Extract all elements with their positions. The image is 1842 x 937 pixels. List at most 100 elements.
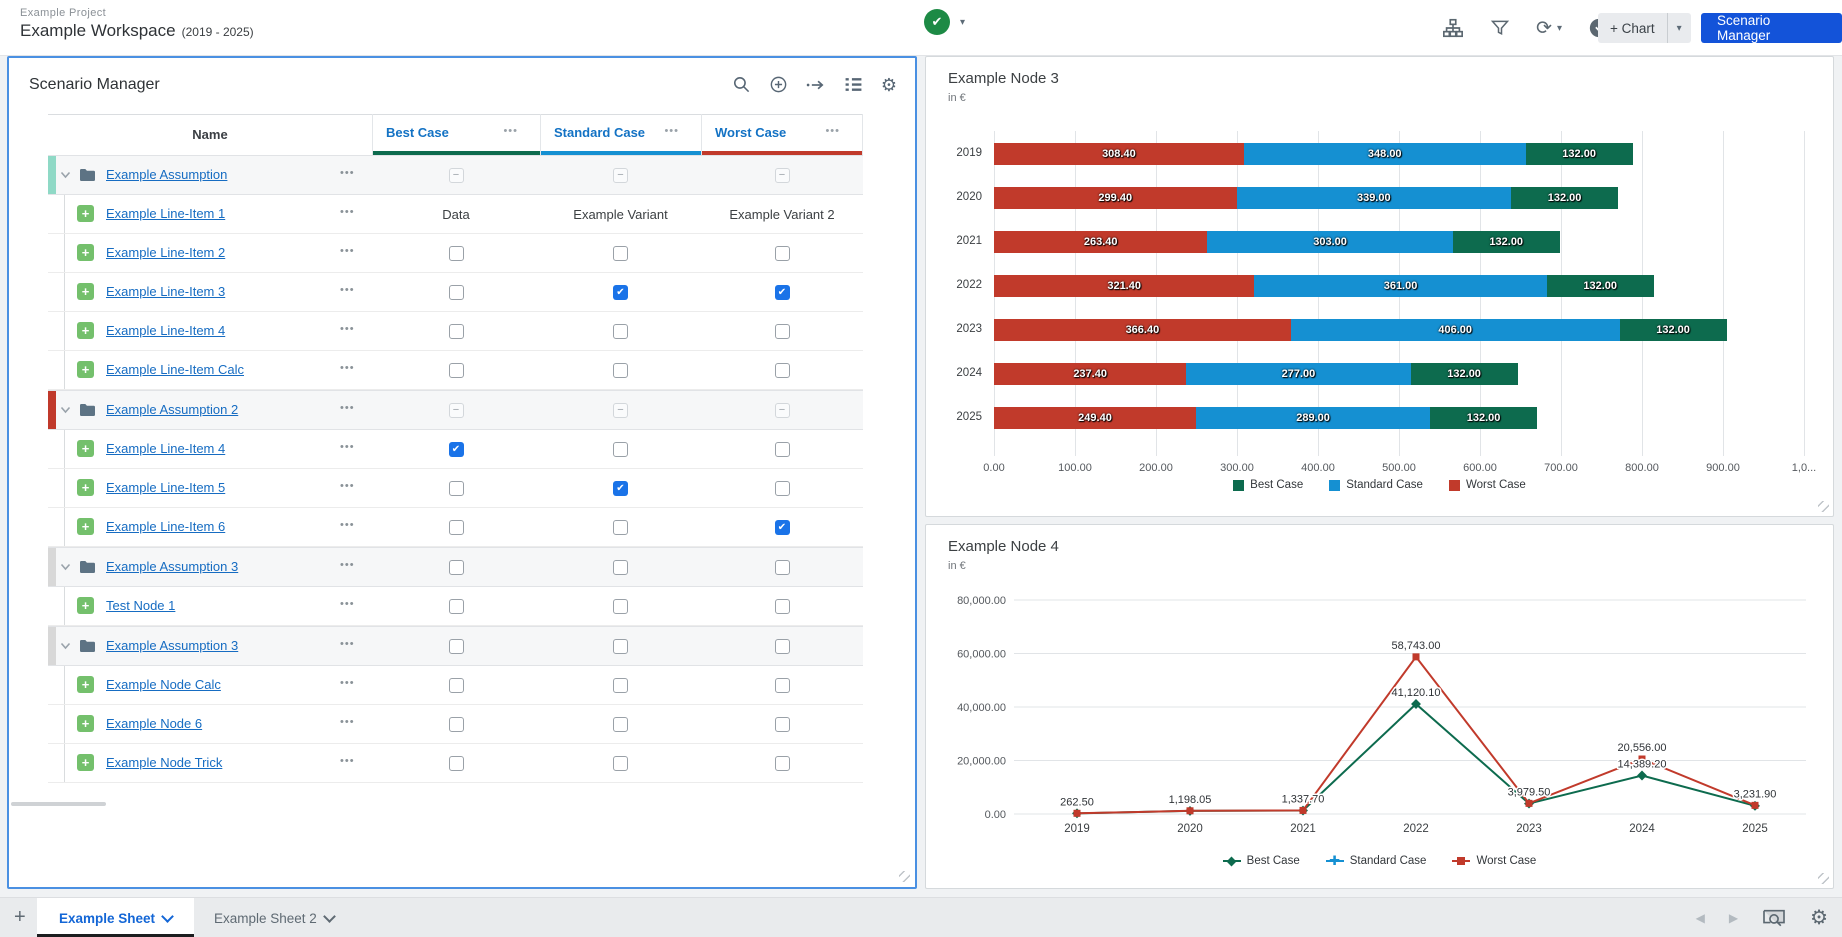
chevron-down-icon[interactable] <box>60 171 71 179</box>
scenario-checkbox-unchecked[interactable] <box>775 363 790 378</box>
filter-icon[interactable] <box>1490 18 1510 38</box>
scenario-checkbox-unchecked[interactable] <box>449 363 464 378</box>
row-link[interactable]: Example Node 6 <box>106 716 202 731</box>
scenario-checkbox-unchecked[interactable] <box>775 756 790 771</box>
scenario-checkbox-indeterminate[interactable]: − <box>449 403 464 418</box>
add-node-icon[interactable]: + <box>77 597 94 614</box>
scenario-checkbox-indeterminate[interactable]: − <box>775 168 790 183</box>
add-node-icon[interactable]: + <box>77 518 94 535</box>
scenario-checkbox-unchecked[interactable] <box>613 639 628 654</box>
chevron-down-icon[interactable] <box>60 563 71 571</box>
row-menu-button[interactable]: ••• <box>340 598 355 610</box>
row-link[interactable]: Example Line-Item 1 <box>106 206 225 221</box>
row-menu-button[interactable]: ••• <box>340 402 355 414</box>
next-sheet-icon[interactable]: ▶ <box>1729 911 1738 925</box>
row-link[interactable]: Example Line-Item 4 <box>106 441 225 456</box>
row-link[interactable]: Example Assumption 2 <box>106 402 238 417</box>
add-node-icon[interactable]: + <box>77 205 94 222</box>
row-link[interactable]: Example Assumption <box>106 167 227 182</box>
row-menu-button[interactable]: ••• <box>340 638 355 650</box>
scenario-column-menu-button[interactable]: ••• <box>825 125 840 137</box>
scenario-checkbox-unchecked[interactable] <box>449 324 464 339</box>
row-link[interactable]: Example Line-Item 2 <box>106 245 225 260</box>
scenario-column-menu-button[interactable]: ••• <box>503 125 518 137</box>
row-link[interactable]: Example Line-Item 5 <box>106 480 225 495</box>
presentation-search-icon[interactable] <box>1762 908 1786 928</box>
row-menu-button[interactable]: ••• <box>340 441 355 453</box>
row-menu-button[interactable]: ••• <box>340 284 355 296</box>
row-menu-button[interactable]: ••• <box>340 519 355 531</box>
chevron-down-icon[interactable] <box>161 910 174 923</box>
scenario-checkbox-unchecked[interactable] <box>775 246 790 261</box>
row-menu-button[interactable]: ••• <box>340 755 355 767</box>
add-circle-icon[interactable] <box>769 75 788 94</box>
row-link[interactable]: Example Assumption 3 <box>106 559 238 574</box>
row-menu-button[interactable]: ••• <box>340 362 355 374</box>
add-sheet-button[interactable]: + <box>14 906 26 928</box>
row-menu-button[interactable]: ••• <box>340 167 355 179</box>
scenario-checkbox-indeterminate[interactable]: − <box>613 168 628 183</box>
hierarchy-icon[interactable] <box>1442 17 1464 39</box>
scenario-checkbox-unchecked[interactable] <box>613 560 628 575</box>
scenario-checkbox-unchecked[interactable] <box>449 717 464 732</box>
scenario-checkbox-checked[interactable]: ✔ <box>775 285 790 300</box>
row-link[interactable]: Test Node 1 <box>106 598 175 613</box>
scenario-checkbox-unchecked[interactable] <box>775 599 790 614</box>
scenario-checkbox-unchecked[interactable] <box>775 639 790 654</box>
add-node-icon[interactable]: + <box>77 479 94 496</box>
add-node-icon[interactable]: + <box>77 322 94 339</box>
add-node-icon[interactable]: + <box>77 715 94 732</box>
chevron-down-icon[interactable] <box>60 642 71 650</box>
add-chart-button[interactable]: + Chart ▾ <box>1598 13 1691 43</box>
add-chart-dropdown[interactable]: ▾ <box>1667 13 1691 43</box>
scenario-checkbox-unchecked[interactable] <box>449 520 464 535</box>
workspace-status-button[interactable]: ✔ ▾ <box>924 9 965 35</box>
scenario-checkbox-unchecked[interactable] <box>449 246 464 261</box>
row-menu-button[interactable]: ••• <box>340 245 355 257</box>
add-node-icon[interactable]: + <box>77 361 94 378</box>
refresh-button[interactable]: ⟳ ▾ <box>1536 19 1562 38</box>
scenario-checkbox-unchecked[interactable] <box>613 520 628 535</box>
scenario-checkbox-unchecked[interactable] <box>775 324 790 339</box>
horizontal-scrollbar-thumb[interactable] <box>11 802 106 806</box>
scenario-checkbox-checked[interactable]: ✔ <box>613 481 628 496</box>
scenario-checkbox-unchecked[interactable] <box>775 678 790 693</box>
settings-gear-icon[interactable]: ⚙ <box>881 76 897 94</box>
scenario-checkbox-unchecked[interactable] <box>613 363 628 378</box>
row-menu-button[interactable]: ••• <box>340 206 355 218</box>
row-link[interactable]: Example Line-Item 4 <box>106 323 225 338</box>
tab-example-sheet[interactable]: Example Sheet <box>37 898 194 937</box>
row-link[interactable]: Example Line-Item 6 <box>106 519 225 534</box>
scenario-checkbox-unchecked[interactable] <box>449 639 464 654</box>
scenario-checkbox-unchecked[interactable] <box>775 560 790 575</box>
scenario-checkbox-unchecked[interactable] <box>449 285 464 300</box>
panel-resize-handle[interactable] <box>899 871 910 882</box>
add-node-icon[interactable]: + <box>77 283 94 300</box>
scenario-checkbox-unchecked[interactable] <box>449 678 464 693</box>
chevron-down-icon[interactable]: ▾ <box>960 17 965 28</box>
scenario-checkbox-unchecked[interactable] <box>775 717 790 732</box>
scenario-checkbox-unchecked[interactable] <box>613 678 628 693</box>
add-node-icon[interactable]: + <box>77 440 94 457</box>
row-link[interactable]: Example Assumption 3 <box>106 638 238 653</box>
row-link[interactable]: Example Node Trick <box>106 755 222 770</box>
row-menu-button[interactable]: ••• <box>340 677 355 689</box>
row-menu-button[interactable]: ••• <box>340 716 355 728</box>
scenario-column-label[interactable]: Best Case <box>386 125 449 140</box>
prev-sheet-icon[interactable]: ◀ <box>1696 911 1705 925</box>
scenario-checkbox-unchecked[interactable] <box>613 442 628 457</box>
scenario-checkbox-unchecked[interactable] <box>775 481 790 496</box>
settings-gear-icon[interactable]: ⚙ <box>1810 909 1828 927</box>
chevron-down-icon[interactable]: ▾ <box>1557 23 1562 34</box>
scenario-checkbox-unchecked[interactable] <box>775 442 790 457</box>
scenario-checkbox-indeterminate[interactable]: − <box>449 168 464 183</box>
scenario-checkbox-indeterminate[interactable]: − <box>775 403 790 418</box>
scenario-checkbox-checked[interactable]: ✔ <box>449 442 464 457</box>
scenario-checkbox-unchecked[interactable] <box>449 560 464 575</box>
row-menu-button[interactable]: ••• <box>340 323 355 335</box>
scenario-checkbox-unchecked[interactable] <box>449 756 464 771</box>
row-menu-button[interactable]: ••• <box>340 559 355 571</box>
scenario-checkbox-checked[interactable]: ✔ <box>775 520 790 535</box>
add-node-icon[interactable]: + <box>77 676 94 693</box>
chevron-down-icon[interactable] <box>60 406 71 414</box>
